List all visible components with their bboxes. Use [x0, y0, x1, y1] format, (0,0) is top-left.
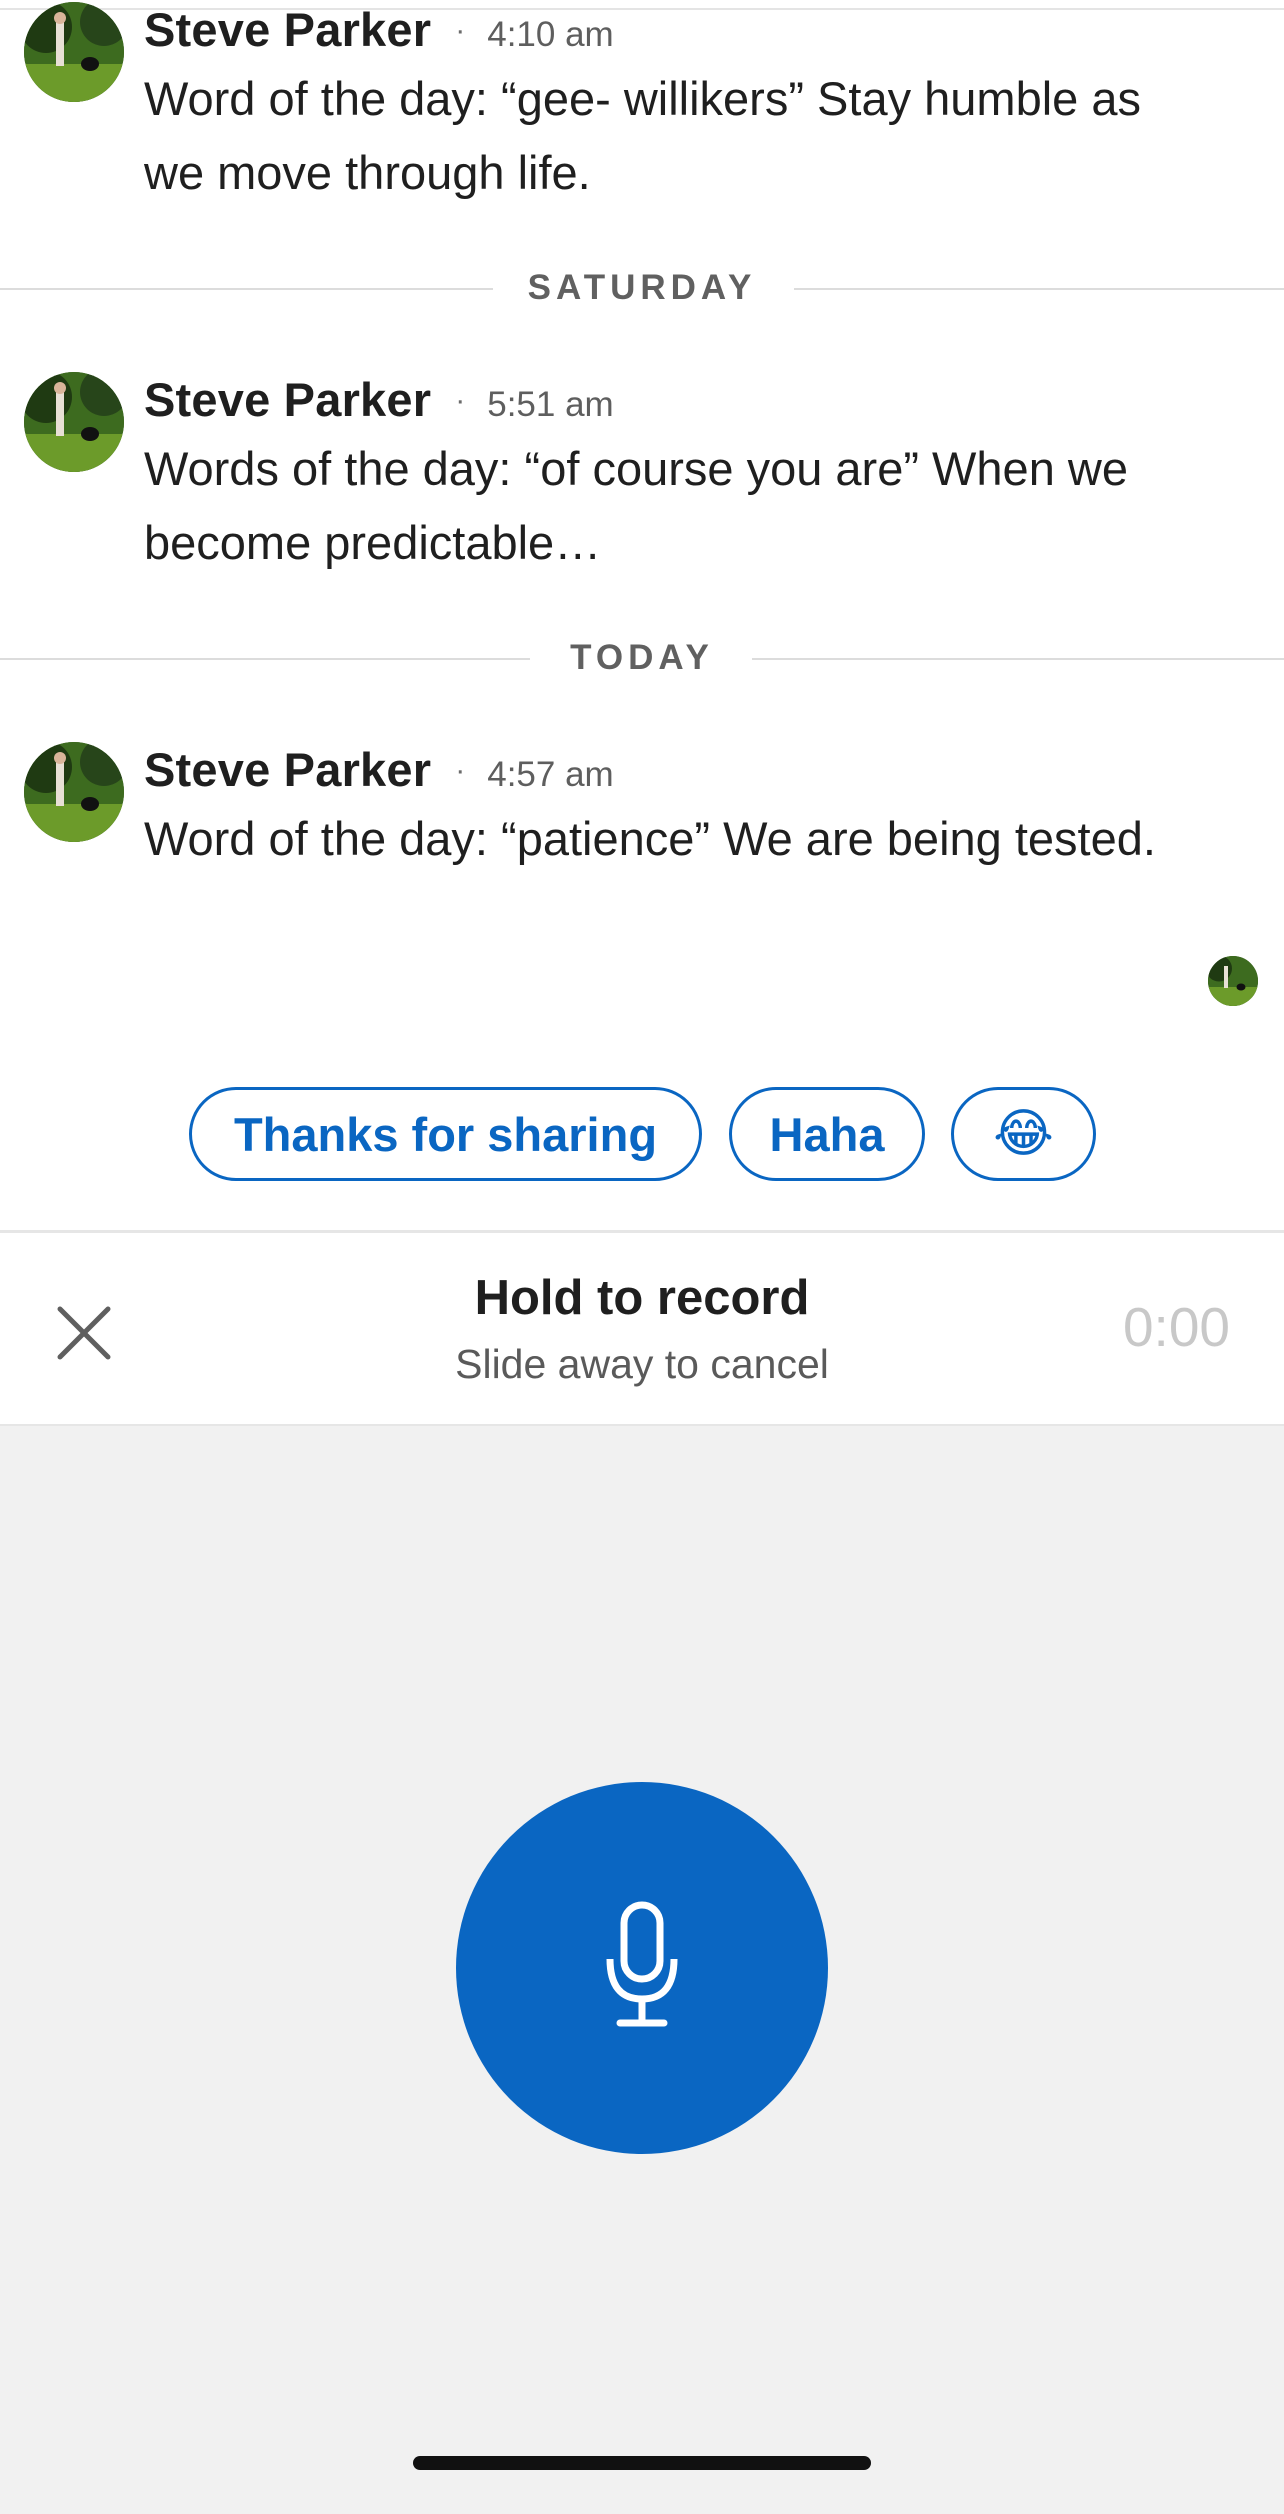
message-text: Word of the day: “patience” We are being…: [144, 812, 1156, 865]
voice-record-bar: Hold to record Slide away to cancel 0:00: [0, 1230, 1284, 1426]
date-divider: TODAY: [0, 628, 1284, 688]
microphone-icon: [602, 1901, 682, 2036]
sender-name[interactable]: Steve Parker: [144, 372, 431, 427]
quick-reply-laughing-emoji[interactable]: 😂: [951, 1087, 1096, 1181]
recorder-panel: [0, 1426, 1284, 2514]
sender-name[interactable]: Steve Parker: [144, 742, 431, 797]
message-text: Word of the day: “gee- willikers” Stay h…: [144, 72, 1141, 199]
home-indicator[interactable]: [413, 2456, 871, 2470]
date-divider-label: SATURDAY: [527, 268, 757, 307]
quick-reply-thanks[interactable]: Thanks for sharing: [189, 1087, 702, 1181]
message-time: 4:10 am: [487, 15, 614, 54]
separator-dot: ·: [455, 754, 466, 787]
avatar[interactable]: [24, 2, 124, 102]
record-timer: 0:00: [1122, 1296, 1230, 1358]
date-divider: SATURDAY: [0, 258, 1284, 318]
record-button[interactable]: [456, 1782, 828, 2154]
avatar[interactable]: [24, 372, 124, 472]
avatar[interactable]: [24, 742, 124, 842]
separator-dot: ·: [455, 14, 466, 47]
record-title: Hold to record: [474, 1271, 810, 1325]
date-divider-label: TODAY: [570, 638, 714, 677]
quick-replies: Thanks for sharing Haha 😂: [0, 1087, 1284, 1187]
message-time: 4:57 am: [487, 755, 614, 794]
quick-reply-haha[interactable]: Haha: [729, 1087, 925, 1181]
message-time: 5:51 am: [487, 385, 614, 424]
read-receipt-avatar: [1208, 956, 1258, 1006]
message-text: Words of the day: “of course you are” Wh…: [144, 442, 1128, 569]
record-subtitle: Slide away to cancel: [455, 1341, 829, 1387]
sender-name[interactable]: Steve Parker: [144, 2, 431, 57]
separator-dot: ·: [455, 384, 466, 417]
